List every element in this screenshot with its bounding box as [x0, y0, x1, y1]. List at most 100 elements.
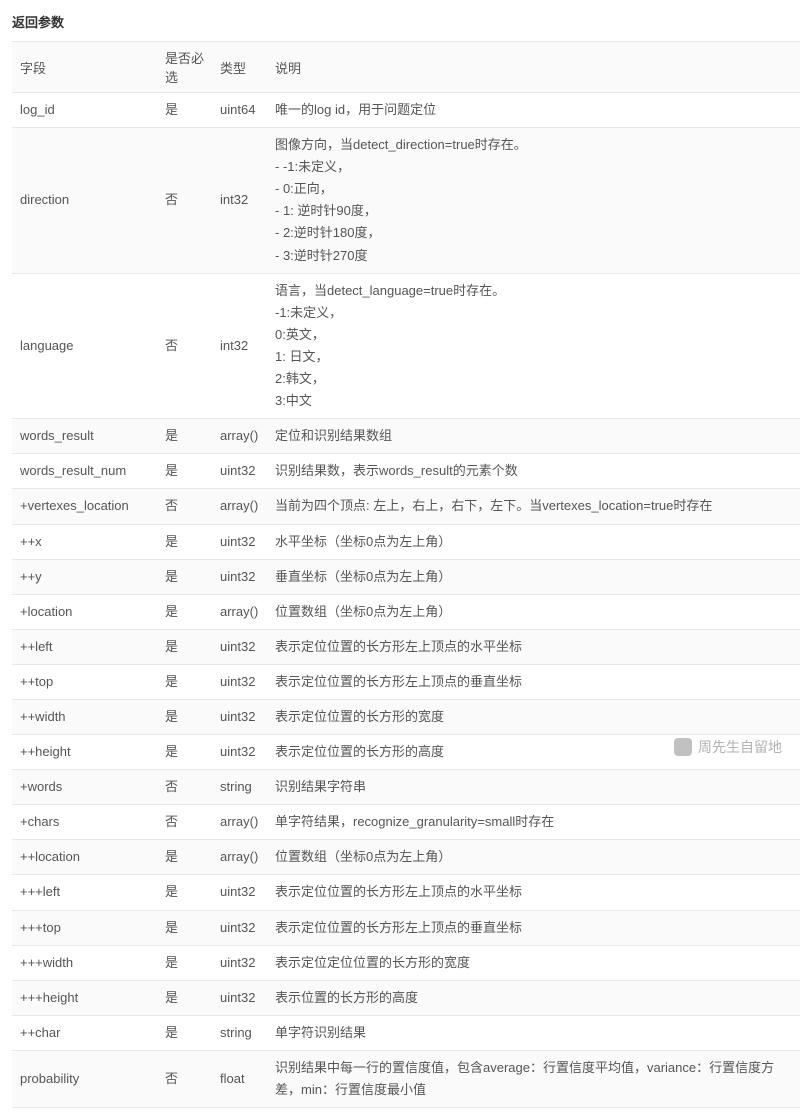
desc-line: - 3:逆时针270度	[275, 245, 792, 267]
table-row: probability否float识别结果中每一行的置信度值，包含average…	[12, 1050, 800, 1107]
cell-type: uint64	[212, 93, 267, 128]
cell-type: array()	[212, 594, 267, 629]
desc-line: - 0:正向，	[275, 178, 792, 200]
table-row: +words否string识别结果字符串	[12, 770, 800, 805]
header-desc: 说明	[267, 42, 800, 93]
cell-field: +location	[12, 594, 157, 629]
table-row: ++y是uint32垂直坐标（坐标0点为左上角）	[12, 559, 800, 594]
cell-desc: 单字符结果，recognize_granularity=small时存在	[267, 805, 800, 840]
cell-type: uint32	[212, 559, 267, 594]
cell-type: uint32	[212, 699, 267, 734]
cell-required: 是	[157, 664, 212, 699]
watermark-text: 周先生自留地	[698, 737, 782, 757]
cell-type: uint32	[212, 629, 267, 664]
cell-required: 否	[157, 1050, 212, 1107]
table-row: words_result_num是uint32识别结果数，表示words_res…	[12, 454, 800, 489]
cell-required: 是	[157, 980, 212, 1015]
desc-line: 0:英文，	[275, 324, 792, 346]
cell-desc: 单字符识别结果	[267, 1015, 800, 1050]
cell-type: float	[212, 1050, 267, 1107]
cell-type: uint32	[212, 945, 267, 980]
desc-line: 3:中文	[275, 390, 792, 412]
table-row: +++width是uint32 表示定位定位位置的长方形的宽度	[12, 945, 800, 980]
watermark: 周先生自留地	[674, 737, 782, 757]
cell-desc: 垂直坐标（坐标0点为左上角）	[267, 559, 800, 594]
table-row: +location是array()位置数组（坐标0点为左上角）	[12, 594, 800, 629]
cell-required: 是	[157, 945, 212, 980]
cell-field: words_result_num	[12, 454, 157, 489]
cell-field: +++width	[12, 945, 157, 980]
table-row: +++height是uint32 表示位置的长方形的高度	[12, 980, 800, 1015]
table-row: +chars否array()单字符结果，recognize_granularit…	[12, 805, 800, 840]
cell-type: array()	[212, 419, 267, 454]
cell-type: uint32	[212, 664, 267, 699]
desc-line: 识别结果字符串	[275, 776, 792, 798]
cell-required: 是	[157, 629, 212, 664]
desc-line: 表示位置的长方形的高度	[275, 987, 792, 1009]
cell-desc: 识别结果数，表示words_result的元素个数	[267, 454, 800, 489]
cell-desc: 表示定位定位位置的长方形的宽度	[267, 945, 800, 980]
cell-type: uint32	[212, 910, 267, 945]
cell-desc: 唯一的log id，用于问题定位	[267, 93, 800, 128]
desc-line: 位置数组（坐标0点为左上角）	[275, 601, 792, 623]
cell-type: uint32	[212, 454, 267, 489]
cell-type: array()	[212, 840, 267, 875]
cell-desc: 表示定位位置的长方形左上顶点的水平坐标	[267, 875, 800, 910]
cell-required: 是	[157, 875, 212, 910]
table-row: ++top是uint32表示定位位置的长方形左上顶点的垂直坐标	[12, 664, 800, 699]
desc-line: 表示定位位置的长方形左上顶点的垂直坐标	[275, 917, 792, 939]
desc-line: - 1: 逆时针90度，	[275, 200, 792, 222]
desc-line: - -1:未定义，	[275, 156, 792, 178]
cell-desc: 表示定位位置的长方形左上顶点的水平坐标	[267, 629, 800, 664]
table-row: +vertexes_location否array()当前为四个顶点: 左上，右上…	[12, 489, 800, 524]
cell-field: +++height	[12, 980, 157, 1015]
table-row: ++location是array()位置数组（坐标0点为左上角）	[12, 840, 800, 875]
cell-desc: 定位和识别结果数组	[267, 419, 800, 454]
table-row: +++left是uint32表示定位位置的长方形左上顶点的水平坐标	[12, 875, 800, 910]
cell-required: 是	[157, 93, 212, 128]
desc-line: 1: 日文，	[275, 346, 792, 368]
cell-required: 是	[157, 559, 212, 594]
table-row: direction否int32图像方向，当detect_direction=tr…	[12, 128, 800, 274]
cell-type: uint32	[212, 875, 267, 910]
desc-line: 表示定位定位位置的长方形的宽度	[275, 952, 792, 974]
cell-required: 是	[157, 524, 212, 559]
desc-line: 唯一的log id，用于问题定位	[275, 99, 792, 121]
section-title: 返回参数	[12, 12, 800, 31]
table-row: language否int32语言，当detect_language=true时存…	[12, 273, 800, 419]
desc-line: 表示定位位置的长方形左上顶点的水平坐标	[275, 881, 792, 903]
cell-desc: 表示定位位置的长方形的宽度	[267, 699, 800, 734]
cell-required: 否	[157, 489, 212, 524]
cell-field: probability	[12, 1050, 157, 1107]
desc-line: 识别结果数，表示words_result的元素个数	[275, 460, 792, 482]
table-row: +++top是uint32表示定位位置的长方形左上顶点的垂直坐标	[12, 910, 800, 945]
desc-line: 位置数组（坐标0点为左上角）	[275, 846, 792, 868]
cell-field: ++location	[12, 840, 157, 875]
cell-desc: 位置数组（坐标0点为左上角）	[267, 840, 800, 875]
cell-field: ++y	[12, 559, 157, 594]
cell-required: 否	[157, 805, 212, 840]
cell-field: +vertexes_location	[12, 489, 157, 524]
cell-desc: 识别结果中每一行的置信度值，包含average：行置信度平均值，variance…	[267, 1050, 800, 1107]
cell-required: 否	[157, 770, 212, 805]
cell-required: 是	[157, 699, 212, 734]
desc-line: 2:韩文，	[275, 368, 792, 390]
desc-line: 识别结果中每一行的置信度值，包含average：行置信度平均值，variance…	[275, 1057, 792, 1101]
header-type: 类型	[212, 42, 267, 93]
cell-field: words_result	[12, 419, 157, 454]
cell-field: ++left	[12, 629, 157, 664]
cell-field: ++char	[12, 1015, 157, 1050]
cell-type: uint32	[212, 980, 267, 1015]
desc-line: 水平坐标（坐标0点为左上角）	[275, 531, 792, 553]
header-required: 是否必选	[157, 42, 212, 93]
cell-type: int32	[212, 273, 267, 419]
cell-type: int32	[212, 128, 267, 274]
table-row: ++x是uint32水平坐标（坐标0点为左上角）	[12, 524, 800, 559]
cell-field: +words	[12, 770, 157, 805]
cell-type: uint32	[212, 735, 267, 770]
desc-line: 语言，当detect_language=true时存在。	[275, 280, 792, 302]
cell-field: ++x	[12, 524, 157, 559]
cell-required: 是	[157, 735, 212, 770]
desc-line: 表示定位位置的长方形左上顶点的垂直坐标	[275, 671, 792, 693]
desc-line: 单字符结果，recognize_granularity=small时存在	[275, 811, 792, 833]
